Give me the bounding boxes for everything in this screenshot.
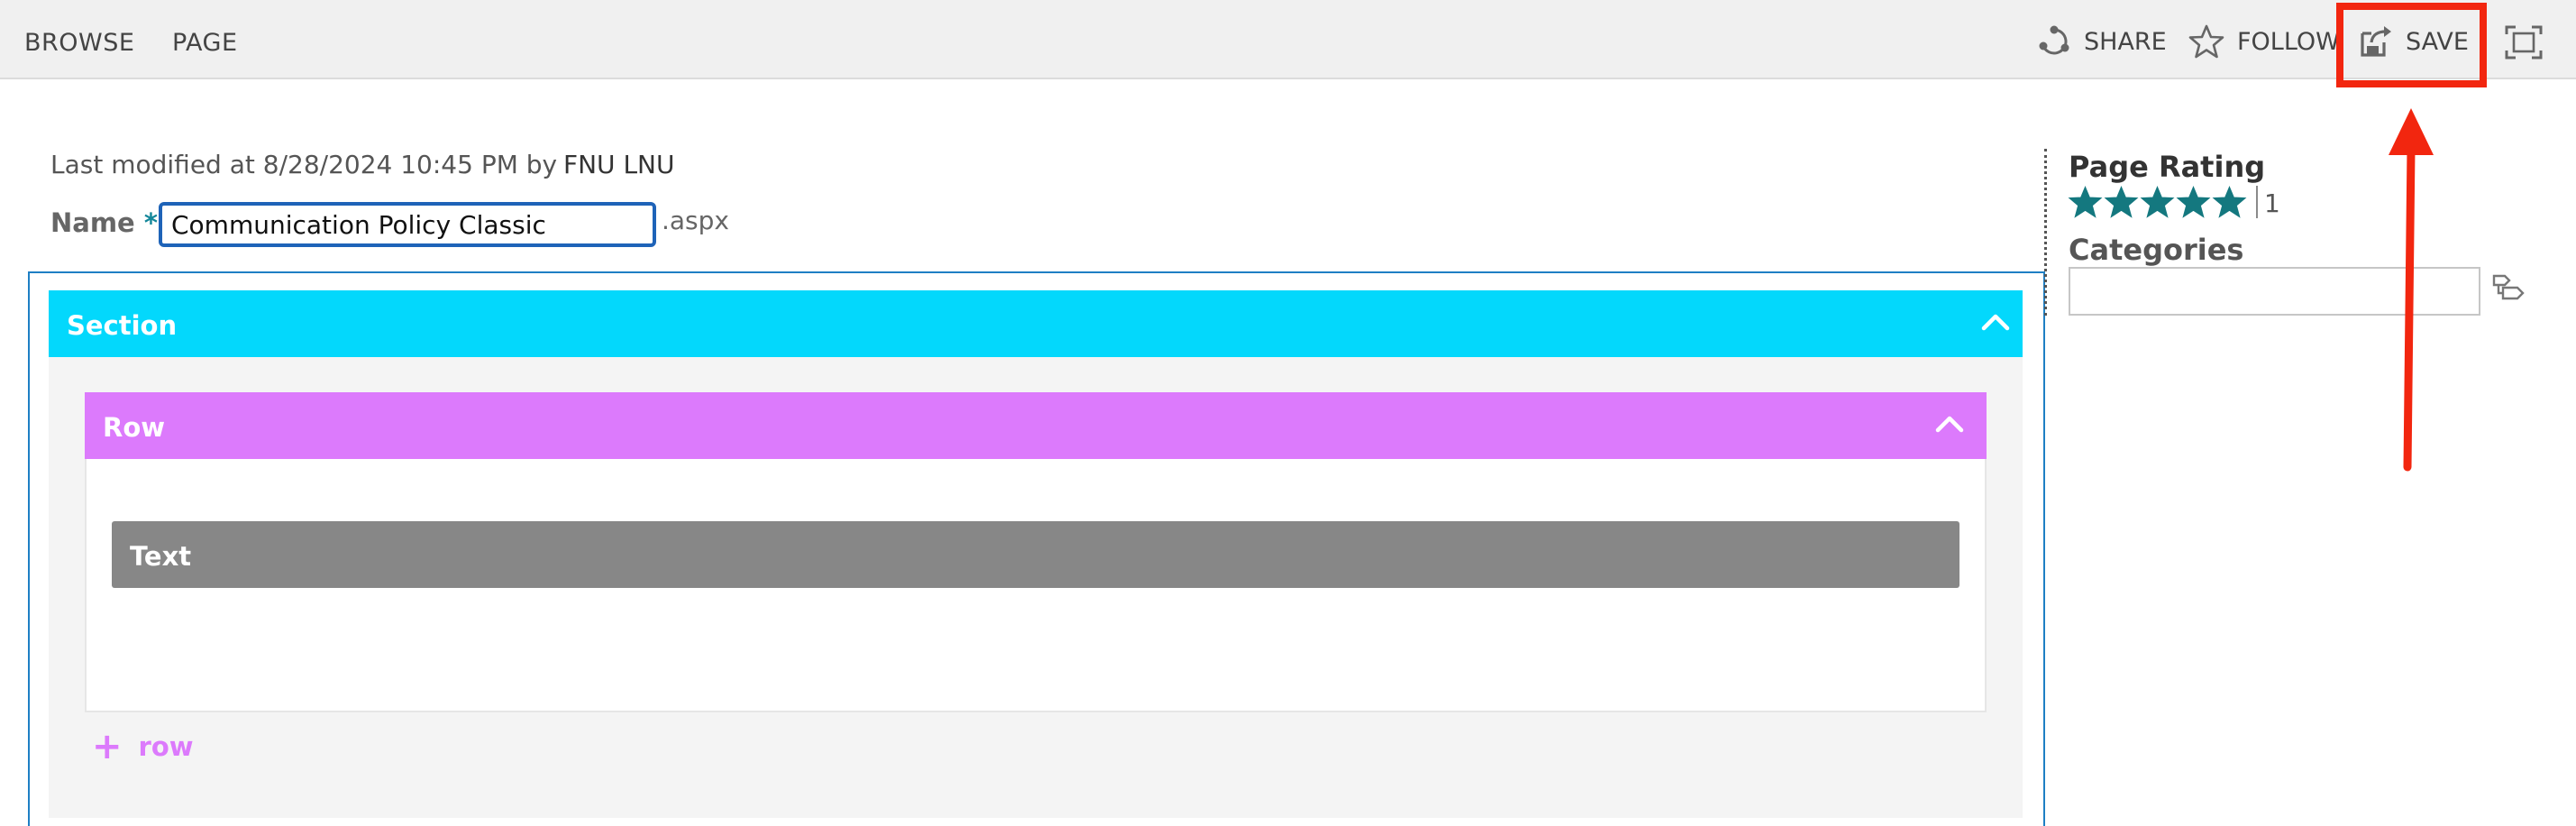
section-title: Section (67, 310, 178, 341)
star-outline-icon (2188, 23, 2224, 60)
name-label: Name * (50, 207, 158, 238)
last-modified-text: Last modified at 8/28/2024 10:45 PM by (50, 150, 558, 179)
browse-tags-icon[interactable] (2490, 271, 2528, 307)
text-component[interactable]: Text (112, 521, 1959, 588)
rating-stars (2068, 185, 2247, 219)
name-label-text: Name (50, 207, 135, 238)
rating-star-icon[interactable] (2176, 185, 2211, 219)
focus-on-content-button[interactable] (2505, 25, 2543, 63)
follow-button[interactable]: FOLLOW (2188, 22, 2340, 61)
share-icon (2037, 24, 2071, 59)
rating-star-icon[interactable] (2068, 185, 2103, 219)
categories-title: Categories (2069, 233, 2244, 267)
required-marker: * (143, 207, 159, 238)
categories-input[interactable] (2069, 267, 2480, 316)
tab-browse[interactable]: BROWSE (24, 29, 134, 57)
row-header[interactable]: Row (85, 392, 1987, 459)
rating-star-icon[interactable] (2212, 185, 2247, 219)
row-title: Row (103, 412, 166, 443)
file-extension: .aspx (662, 206, 729, 235)
modified-by-user-link[interactable]: FNU LNU (563, 150, 674, 179)
tab-page[interactable]: PAGE (172, 29, 238, 57)
add-row-button[interactable]: + row (92, 729, 194, 765)
rating-count: 1 (2264, 188, 2280, 218)
add-row-label: row (138, 731, 194, 762)
page-name-input[interactable] (159, 202, 656, 247)
rating-separator (2256, 186, 2258, 218)
sidebar-divider (2044, 149, 2047, 316)
share-label: SHARE (2084, 27, 2167, 56)
rating-star-icon[interactable] (2104, 185, 2139, 219)
section-header[interactable]: Section (49, 290, 2023, 357)
chevron-up-icon[interactable] (1981, 308, 2010, 341)
rating-star-icon[interactable] (2140, 185, 2175, 219)
save-highlight-box (2336, 3, 2487, 87)
follow-label: FOLLOW (2237, 27, 2340, 56)
share-button[interactable]: SHARE (2037, 22, 2167, 61)
page-rating-title: Page Rating (2069, 150, 2266, 184)
text-component-title: Text (130, 541, 192, 572)
focus-on-content-icon (2505, 25, 2543, 63)
chevron-up-icon[interactable] (1935, 410, 1964, 443)
ribbon-bar: BROWSE PAGE SHARE FOLLOW SAVE (0, 0, 2576, 79)
plus-icon: + (92, 726, 123, 767)
